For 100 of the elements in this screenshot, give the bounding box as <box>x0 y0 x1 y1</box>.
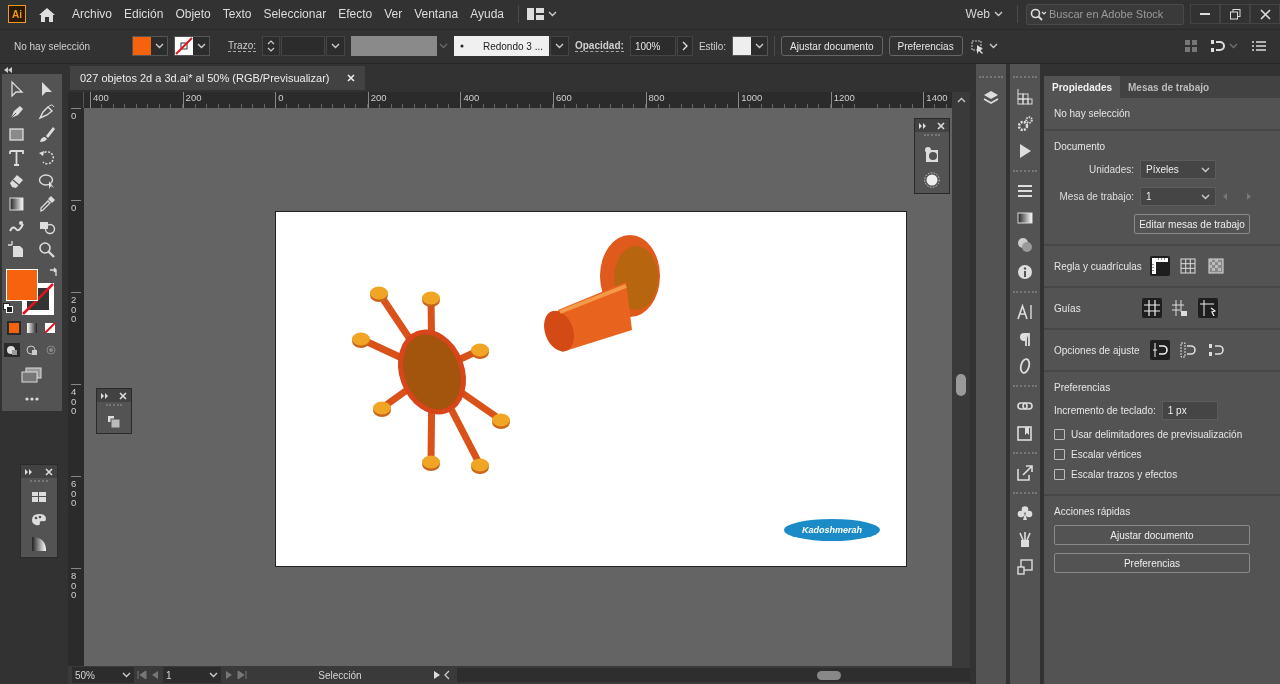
arrange-documents-button[interactable] <box>527 7 558 21</box>
draw-normal-icon[interactable] <box>4 343 20 357</box>
restore-button[interactable] <box>1220 4 1250 24</box>
grid-toggle[interactable] <box>1178 256 1198 276</box>
symbol-sprayer-icon[interactable] <box>924 146 940 162</box>
ruler-label: 0 <box>71 108 81 200</box>
toolbar-button[interactable]: Ajustar documento <box>781 36 883 56</box>
menu-item[interactable]: Ayuda <box>464 2 511 26</box>
menu-item[interactable]: Ventana <box>408 2 465 26</box>
stroke-weight-field[interactable] <box>280 36 325 56</box>
caret-icon <box>1201 166 1210 173</box>
menu-item[interactable]: Seleccionar <box>257 2 333 26</box>
artboard-tool-icon <box>8 241 26 259</box>
fill-color-button[interactable] <box>132 36 168 56</box>
horizontal-scrollbar-thumb[interactable] <box>817 671 841 680</box>
pen-tool-icon <box>8 103 26 121</box>
vertical-scrollbar-thumb[interactable] <box>956 374 966 396</box>
previous-artboard-icon[interactable] <box>150 670 160 680</box>
last-artboard-icon[interactable] <box>237 670 247 680</box>
expand-panel-icon[interactable] <box>919 122 926 129</box>
menu-item[interactable]: Archivo <box>66 2 118 26</box>
snap-to-glyph-icon <box>1208 342 1224 358</box>
next-artboard-icon[interactable] <box>224 670 234 680</box>
stepper-icon <box>266 39 275 53</box>
close-button[interactable] <box>1250 4 1280 24</box>
menu-item[interactable]: Objeto <box>169 2 217 26</box>
zoom-field[interactable]: 50% <box>72 667 134 683</box>
fill-color-swatch[interactable] <box>6 269 38 301</box>
lock-guides-icon <box>1172 300 1188 316</box>
keyboard-increment-field[interactable]: 1 px <box>1161 401 1218 420</box>
scroll-left-icon[interactable] <box>444 670 450 680</box>
panel-close-icon[interactable] <box>937 121 945 130</box>
zoom-tool-icon <box>38 241 56 259</box>
scroll-up-icon[interactable] <box>956 97 966 103</box>
export-icon <box>1017 465 1033 481</box>
ruler-label: 800 <box>71 568 81 660</box>
transform-options-button[interactable] <box>968 37 998 55</box>
close-tab-icon[interactable] <box>347 74 356 82</box>
panel-close-icon[interactable] <box>119 391 127 400</box>
default-colors-icon[interactable] <box>3 303 13 313</box>
opacity-field[interactable]: 100% <box>629 36 676 56</box>
panel-tab[interactable]: Propiedades <box>1044 76 1121 98</box>
gradient-panel-icon[interactable] <box>31 536 47 552</box>
swatches-panel-icon[interactable] <box>32 492 46 502</box>
units-dropdown[interactable]: Píxeles <box>1140 160 1216 179</box>
lock-guides-toggle[interactable] <box>1170 298 1190 318</box>
stroke-color-button[interactable] <box>174 36 210 56</box>
checkbox[interactable] <box>1054 449 1065 460</box>
guides-toggle[interactable] <box>1142 298 1162 318</box>
smart-guides-toggle[interactable] <box>1198 298 1218 318</box>
color-mode-icon[interactable] <box>7 321 21 335</box>
stroke-lines-icon <box>1017 183 1033 199</box>
snap-to-pixel-toggle[interactable] <box>1178 340 1198 360</box>
stroke-weight-stepper[interactable] <box>261 36 280 56</box>
status-menu-icon[interactable] <box>433 670 441 680</box>
checkbox[interactable] <box>1054 469 1065 480</box>
panel-menu-button[interactable] <box>1252 41 1266 51</box>
menu-item[interactable]: Edición <box>118 2 170 26</box>
expand-panel-icon[interactable] <box>25 468 32 475</box>
none-mode-icon[interactable] <box>43 321 57 335</box>
more-tools-icon[interactable] <box>25 397 39 401</box>
checkbox[interactable] <box>1054 429 1065 440</box>
gradient-mode-icon[interactable] <box>25 321 39 335</box>
menu-item[interactable]: Ver <box>378 2 409 26</box>
search-field[interactable]: Buscar en Adobe Stock <box>1026 3 1184 25</box>
align-button[interactable] <box>1185 40 1197 52</box>
sun-icon[interactable] <box>924 172 940 188</box>
toolbar-button[interactable]: Preferencias <box>888 36 963 56</box>
brushes-icon <box>1017 532 1033 548</box>
artboard-number-field[interactable]: 1 <box>163 667 221 683</box>
opacity-slider-button[interactable] <box>676 36 693 56</box>
brush-dropdown[interactable]: Redondo 3 ... <box>453 36 549 56</box>
workspace-switcher[interactable]: Web <box>959 7 1009 21</box>
quick-action-button[interactable]: Preferencias <box>1054 553 1250 573</box>
rulers-toggle[interactable] <box>1150 256 1170 276</box>
snap-to-point-toggle[interactable] <box>1150 340 1170 360</box>
first-artboard-icon[interactable] <box>137 670 147 680</box>
menu-item[interactable]: Efecto <box>332 2 379 26</box>
screen-mode-icon[interactable] <box>21 367 43 383</box>
brush-dropdown-toggle[interactable] <box>549 36 569 56</box>
document-tab[interactable]: 027 objetos 2d a 3d.ai* al 50% (RGB/Previsualizar) <box>70 66 366 90</box>
artboard-navigator-icon[interactable] <box>108 416 120 428</box>
swap-colors-icon[interactable] <box>48 267 58 277</box>
smart-guides-icon <box>1200 300 1216 316</box>
menu-item[interactable]: Texto <box>216 2 258 26</box>
expand-panel-icon[interactable] <box>101 392 108 399</box>
minimize-button[interactable] <box>1190 4 1220 24</box>
artboard-dropdown[interactable]: 1 <box>1140 187 1216 206</box>
quick-action-button[interactable]: Ajustar documento <box>1054 525 1250 545</box>
home-button[interactable] <box>38 5 56 23</box>
palette-icon[interactable] <box>31 512 47 526</box>
snap-button[interactable] <box>1211 40 1238 52</box>
edit-artboards-button[interactable]: Editar mesas de trabajo <box>1134 214 1250 234</box>
transparency-grid-toggle[interactable] <box>1206 256 1226 276</box>
caret-icon <box>1229 43 1238 49</box>
panel-tab[interactable]: Mesas de trabajo <box>1120 76 1218 98</box>
panel-close-icon[interactable] <box>45 467 53 476</box>
stroke-weight-dropdown[interactable] <box>325 36 345 56</box>
graphic-style-button[interactable] <box>732 36 769 56</box>
draw-behind-icon[interactable] <box>24 343 40 357</box>
